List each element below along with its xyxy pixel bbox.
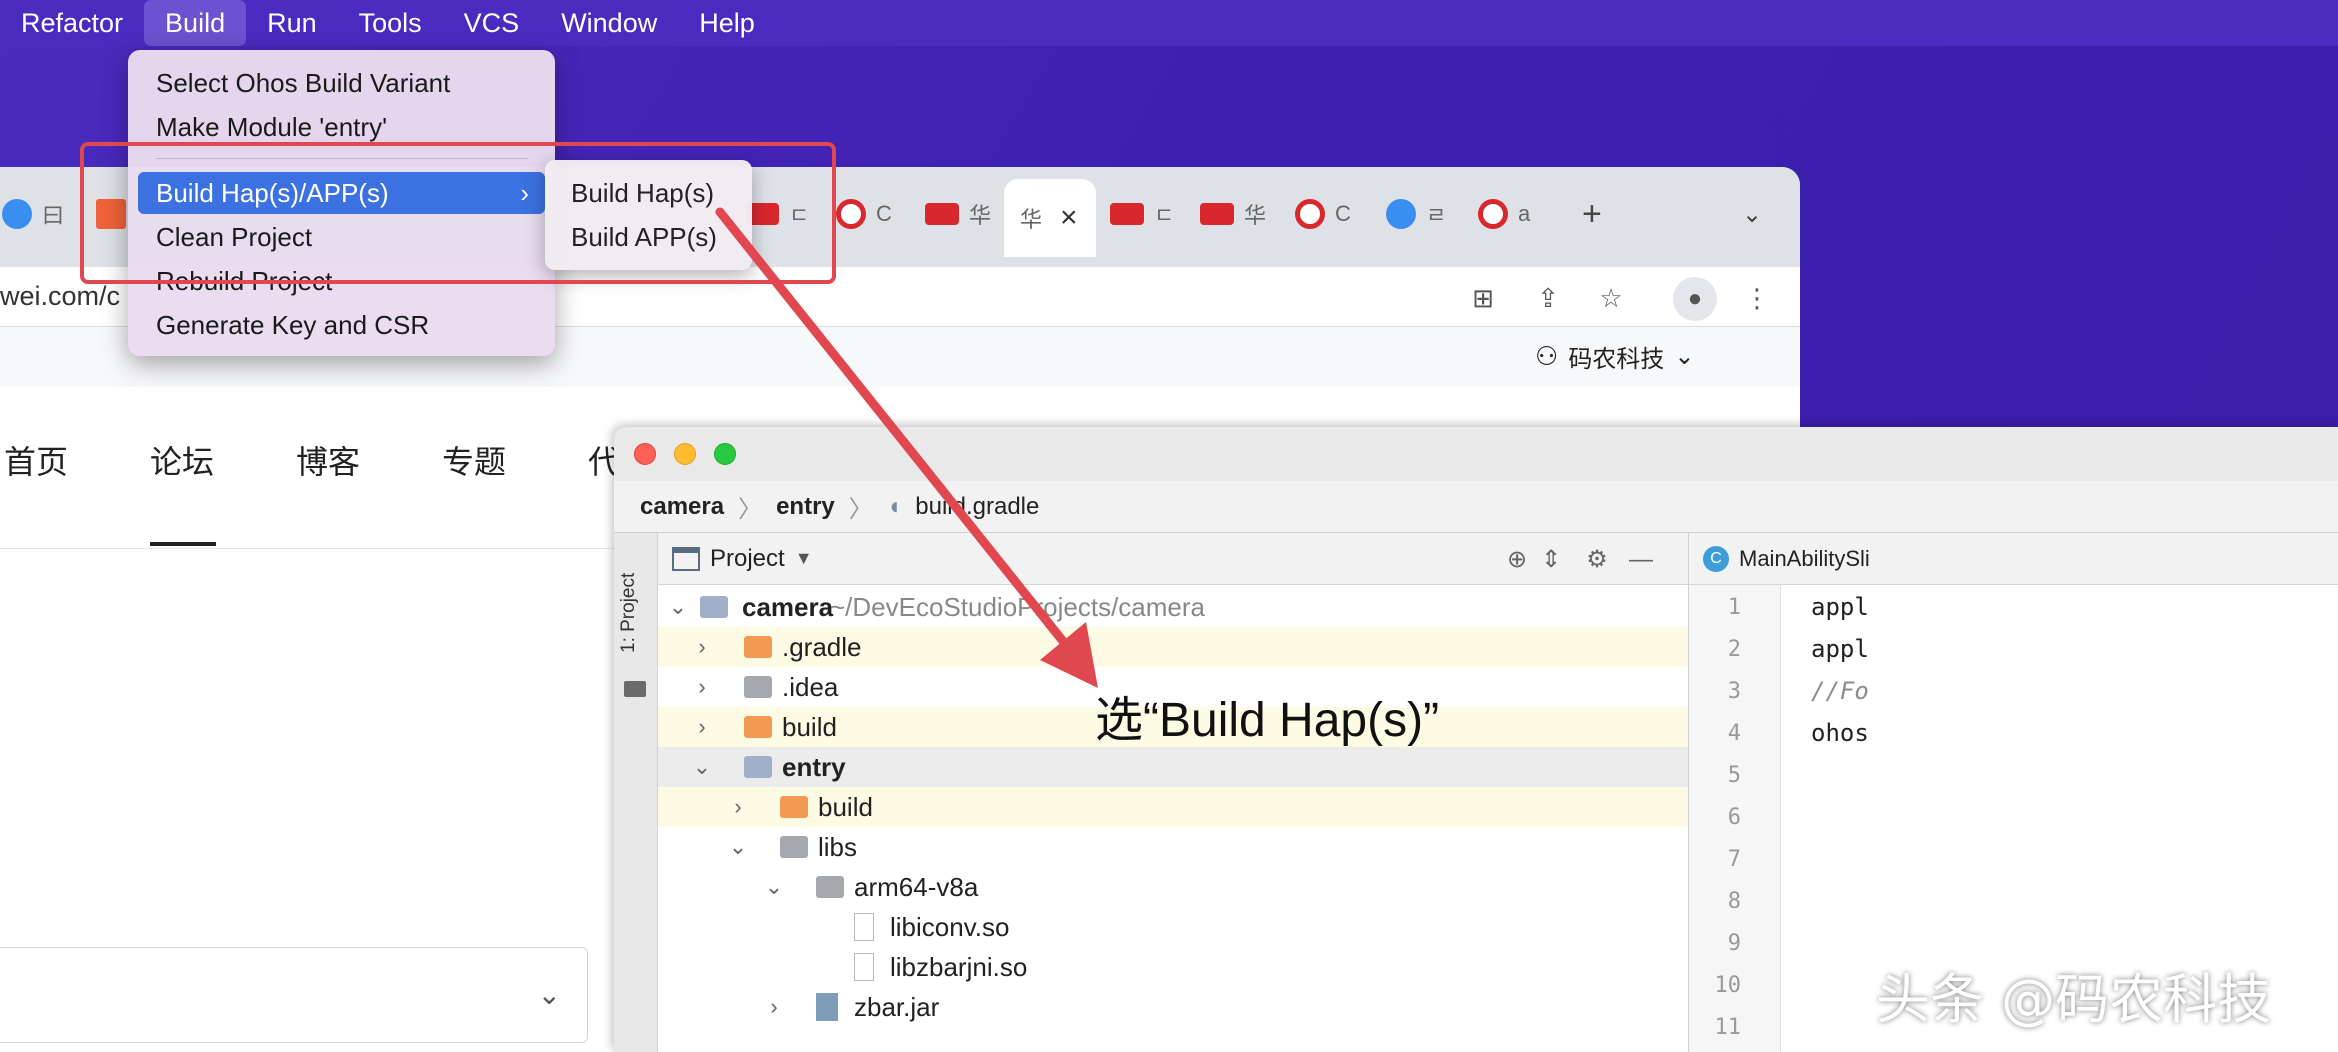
callout-arrow: [715, 207, 1098, 688]
watermark: 头条 @码农科技: [1876, 968, 2272, 1031]
annotation-text: 选“Build Hap(s)”: [1095, 694, 1440, 747]
